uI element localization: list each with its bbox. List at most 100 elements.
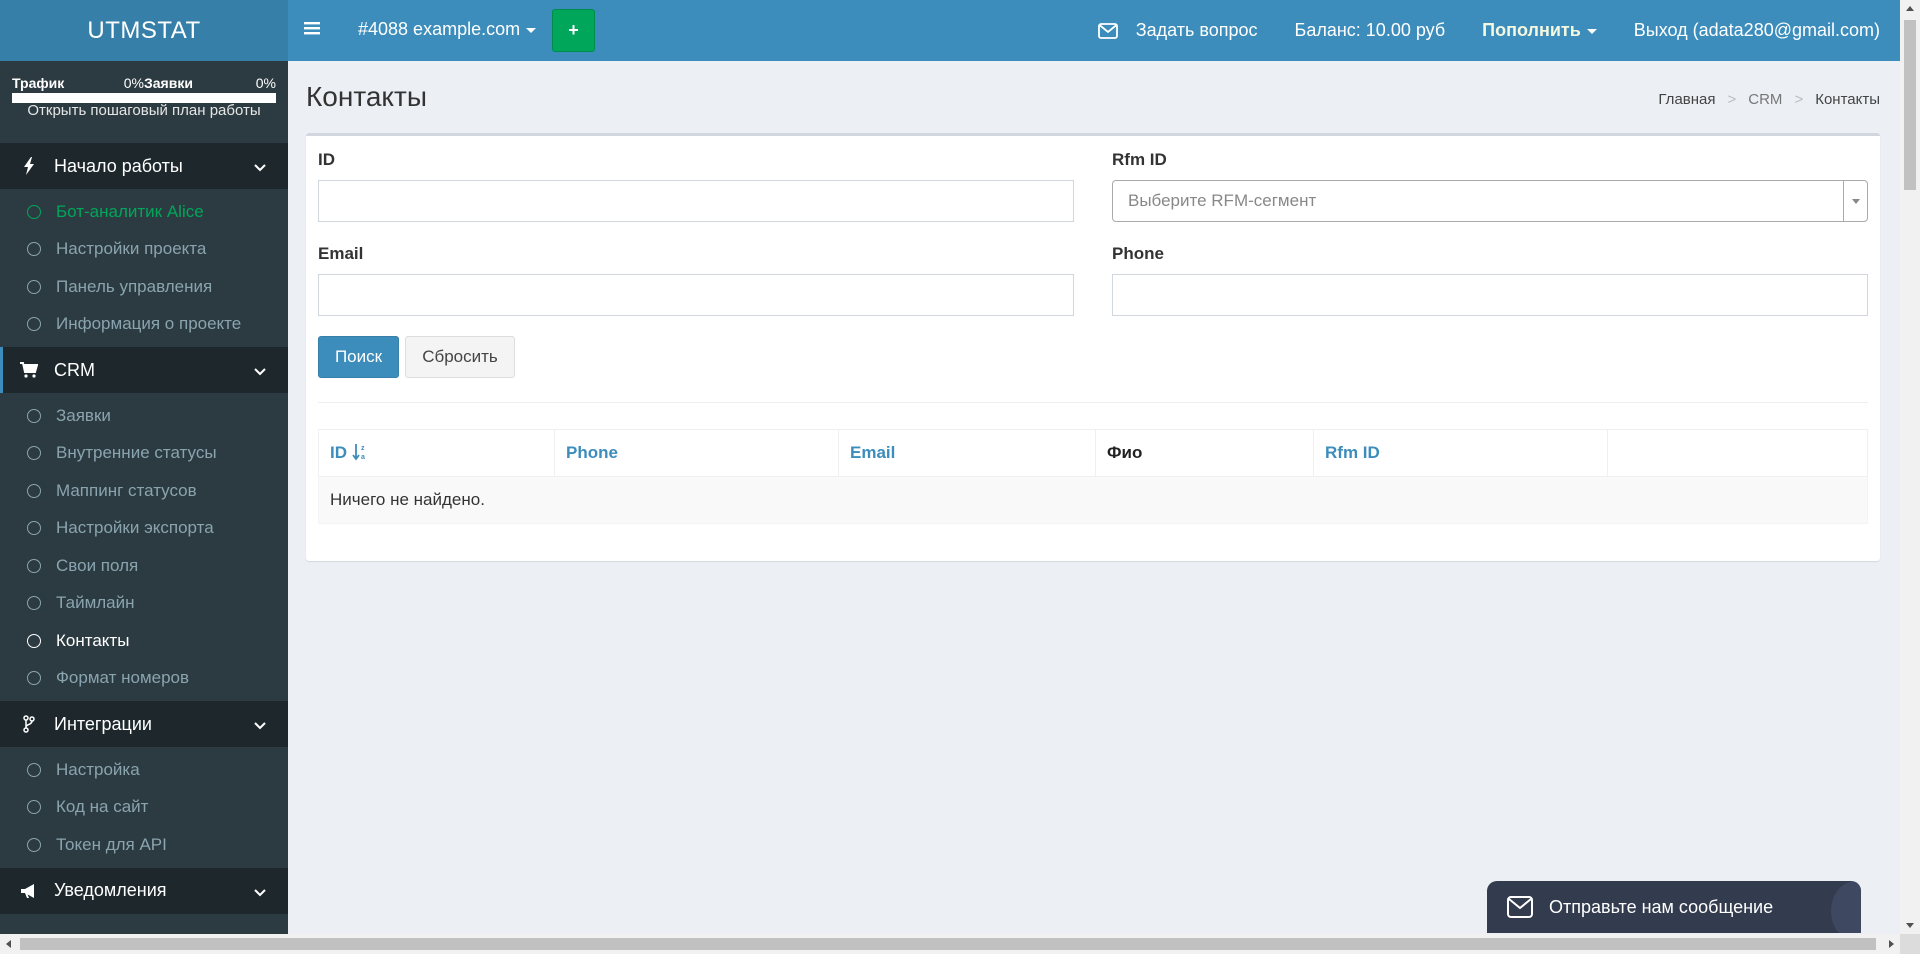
id-input[interactable] [318,180,1074,222]
scrollbar-corner [1900,934,1920,954]
sidebar-item-label: Бот-аналитик Alice [56,201,204,221]
add-project-button[interactable]: + [552,9,595,52]
email-input[interactable] [318,274,1074,316]
ask-question-link[interactable]: Задать вопрос [1136,20,1258,41]
brand-logo[interactable]: UTMSTAT [0,0,288,61]
sidebar-item-api-token[interactable]: Токен для API [0,826,288,864]
sidebar-item-leads[interactable]: Заявки [0,397,288,435]
phone-input[interactable] [1112,274,1868,316]
svg-text:a: a [361,454,365,461]
sidebar-item-label: Контакты [56,630,130,650]
scroll-up-icon[interactable] [1906,6,1914,11]
table-row: Ничего не найдено. [318,476,1868,524]
sidebar-item-label: Настройка [56,759,140,779]
sidebar-submenu-integrations: Настройка Код на сайт Токен для API [0,747,288,868]
chevron-down-icon [254,158,266,179]
sidebar-item-label: Формат номеров [56,668,190,688]
table-header-row: ID za Phone Email Фио Rfm ID [318,429,1868,477]
plan-wrap [0,121,288,143]
balance-text: Баланс: 10.00 руб [1294,20,1446,40]
column-label: ID [330,443,347,462]
sidebar-section-start[interactable]: Начало работы [0,143,288,189]
column-header-id[interactable]: ID za [318,429,555,477]
svg-text:z: z [361,445,365,452]
chat-label: Отправьте нам сообщение [1549,896,1774,917]
breadcrumb-separator: > [1794,91,1804,108]
circle-icon [27,317,41,332]
circle-icon [27,483,41,498]
cart-icon [20,362,38,378]
sidebar-section-notifications[interactable]: Уведомления [0,867,288,914]
logout-link[interactable]: Выход (adata280@gmail.com) [1634,20,1880,41]
sidebar-item-site-code[interactable]: Код на сайт [0,789,288,827]
sidebar-item-label: Свои поля [56,555,139,575]
sidebar-item-setup[interactable]: Настройка [0,751,288,789]
sidebar-item-custom-fields[interactable]: Свои поля [0,547,288,585]
vertical-scrollbar[interactable] [1900,0,1920,934]
sidebar-item-internal-statuses[interactable]: Внутренние статусы [0,435,288,473]
scroll-left-icon[interactable] [6,940,11,948]
sidebar-item-label: Настройки проекта [56,239,207,259]
sidebar-submenu-crm: Заявки Внутренние статусы Маппинг статус… [0,393,288,701]
circle-icon [27,521,41,536]
hamburger-menu-icon[interactable] [304,20,320,41]
progress-percent: 0% [123,75,144,91]
sidebar-item-timeline[interactable]: Таймлайн [0,585,288,623]
chat-widget[interactable]: Отправьте нам сообщение [1487,881,1861,933]
dropdown-arrow-icon[interactable] [1843,181,1867,221]
scroll-thumb[interactable] [1904,20,1916,190]
progress-label: Трафик [12,75,65,91]
sidebar-item-label: Панель управления [56,276,213,296]
reset-button[interactable]: Сбросить [405,336,515,378]
chevron-down-icon [254,716,266,737]
sidebar-item-export-settings[interactable]: Настройки экспорта [0,510,288,548]
column-header-email[interactable]: Email [838,429,1096,477]
sidebar-item-contacts[interactable]: Контакты [0,622,288,660]
circle-icon [27,837,41,852]
chat-envelope-icon [1507,896,1533,918]
scroll-down-icon[interactable] [1906,923,1914,928]
circle-icon [27,558,41,573]
circle-icon [27,596,41,611]
divider [318,402,1868,403]
phone-label: Phone [1112,244,1164,263]
sidebar-item-status-mapping[interactable]: Маппинг статусов [0,472,288,510]
chat-decoration [1831,881,1861,933]
column-header-phone[interactable]: Phone [554,429,839,477]
contacts-table: ID za Phone Email Фио Rfm ID Ничего не н… [318,429,1868,524]
circle-icon [27,204,41,219]
scroll-right-icon[interactable] [1889,940,1894,948]
sidebar-section-integrations[interactable]: Интеграции [0,701,288,747]
circle-icon [27,242,41,257]
circle-icon [27,800,41,815]
navbar-right: Задать вопрос Баланс: 10.00 руб Пополнит… [1097,0,1900,61]
top-navbar: #4088 example.com + Задать вопрос Баланс… [288,0,1900,61]
sidebar-section-crm[interactable]: CRM [0,347,288,393]
sidebar-item-alice[interactable]: Бот-аналитик Alice [0,193,288,231]
circle-icon [27,633,41,648]
breadcrumb-home[interactable]: Главная [1658,91,1715,108]
column-header-rfm[interactable]: Rfm ID [1313,429,1608,477]
contacts-box: ID Rfm ID Выберите RFM-сегмент Email Pho… [306,133,1880,561]
topup-label: Пополнить [1482,20,1581,40]
sidebar-item-project-settings[interactable]: Настройки проекта [0,231,288,269]
sidebar-item-project-info[interactable]: Информация о проекте [0,306,288,344]
project-selector[interactable]: #4088 example.com [358,19,537,40]
scroll-thumb[interactable] [20,938,1876,950]
breadcrumb-crm[interactable]: CRM [1748,91,1782,108]
sidebar-item-dashboard[interactable]: Панель управления [0,268,288,306]
page-title: Контакты [306,81,427,112]
column-header-actions [1607,429,1868,477]
sidebar-submenu-start: Бот-аналитик Alice Настройки проекта Пан… [0,189,288,347]
project-name: #4088 example.com [358,19,521,39]
sidebar-item-label: Настройки экспорта [56,518,214,538]
topup-dropdown[interactable]: Пополнить [1482,20,1597,41]
plan-link[interactable]: Открыть пошаговый план работы [0,102,288,119]
envelope-icon[interactable] [1097,22,1118,39]
sidebar-item-number-format[interactable]: Формат номеров [0,660,288,698]
rfm-select[interactable]: Выберите RFM-сегмент [1112,180,1868,222]
section-title: Интеграции [54,713,152,734]
search-button[interactable]: Поиск [318,336,399,378]
sidebar-item-label: Маппинг статусов [56,480,197,500]
horizontal-scrollbar[interactable] [0,934,1900,954]
